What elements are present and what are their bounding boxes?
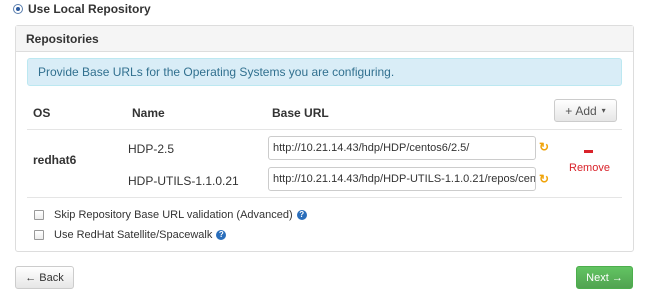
add-os-button[interactable]: + Add ▾ — [554, 99, 617, 122]
panel-title: Repositories — [16, 26, 633, 52]
checkbox[interactable] — [34, 210, 44, 220]
back-button[interactable]: ← Back — [15, 266, 74, 289]
column-header-os: OS — [33, 106, 51, 120]
info-alert: Provide Base URLs for the Operating Syst… — [27, 58, 622, 86]
os-name: redhat6 — [33, 153, 77, 167]
base-url-input[interactable]: http://10.21.14.43/hdp/HDP-UTILS-1.1.0.2… — [268, 167, 536, 191]
next-button[interactable]: Next → — [576, 266, 633, 289]
minus-icon[interactable] — [584, 150, 593, 153]
checkbox[interactable] — [34, 230, 44, 240]
column-header-name: Name — [132, 106, 165, 120]
use-satellite-label: Use RedHat Satellite/Spacewalk — [54, 229, 213, 241]
use-local-repository-option[interactable]: Use Local Repository — [13, 2, 151, 16]
plus-icon: + — [565, 103, 573, 118]
divider — [27, 129, 622, 130]
undo-icon[interactable]: ↻ — [539, 172, 549, 186]
repositories-panel: Repositories Provide Base URLs for the O… — [15, 25, 634, 252]
column-header-base-url: Base URL — [272, 106, 329, 120]
chevron-down-icon: ▾ — [601, 106, 606, 115]
skip-validation-label: Skip Repository Base URL validation (Adv… — [54, 209, 293, 221]
add-button-label: Add — [575, 103, 597, 118]
help-icon[interactable]: ? — [216, 230, 227, 240]
remove-os-button[interactable]: Remove — [569, 162, 610, 174]
base-url-input[interactable]: http://10.21.14.43/hdp/HDP/centos6/2.5/ — [268, 136, 536, 160]
radio-button-selected[interactable] — [13, 4, 23, 14]
use-local-repository-label: Use Local Repository — [28, 2, 151, 16]
use-satellite-option[interactable]: Use RedHat Satellite/Spacewalk ? — [34, 229, 227, 241]
skip-validation-option[interactable]: Skip Repository Base URL validation (Adv… — [34, 209, 307, 221]
repo-name: HDP-2.5 — [128, 142, 175, 156]
help-icon[interactable]: ? — [296, 210, 307, 220]
repo-name: HDP-UTILS-1.1.0.21 — [128, 174, 239, 188]
undo-icon[interactable]: ↻ — [539, 140, 549, 154]
divider — [27, 197, 622, 198]
